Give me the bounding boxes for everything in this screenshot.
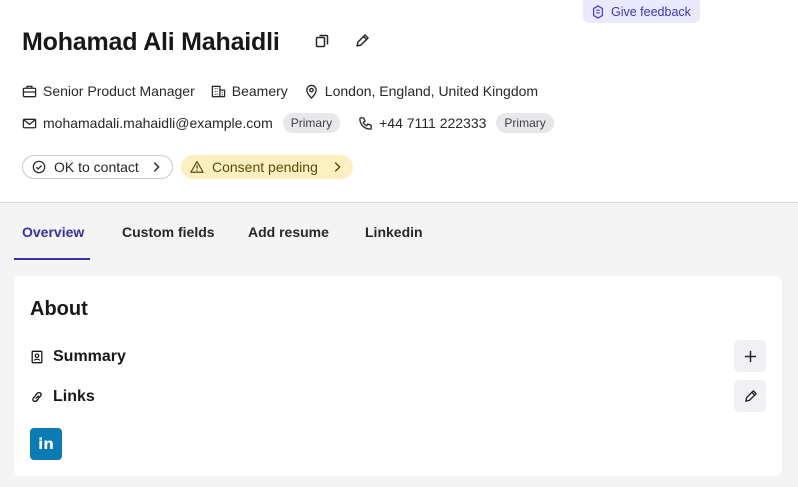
candidate-name: Mohamad Ali Mahaidli: [22, 28, 280, 56]
links-label: Links: [53, 388, 95, 405]
feedback-icon: [592, 4, 604, 19]
company-text: Beamery: [231, 83, 288, 99]
consent-pending-status[interactable]: Consent pending: [181, 155, 353, 179]
company: Beamery: [211, 83, 288, 99]
pencil-icon: [356, 34, 369, 47]
email: mohamadali.mahaidli@example.com Primary: [22, 113, 341, 133]
edit-name-button[interactable]: [351, 30, 373, 52]
phone: +44 7111 222333 Primary: [358, 113, 554, 133]
briefcase-icon: [22, 85, 37, 97]
ok-to-contact-status[interactable]: OK to contact: [22, 155, 173, 179]
about-card: About Summary Links in: [14, 276, 782, 476]
mail-icon: [22, 118, 37, 128]
profile-card-icon: [31, 350, 43, 364]
tab-overview[interactable]: Overview: [22, 204, 84, 260]
summary-section: Summary: [30, 348, 126, 366]
give-feedback-button[interactable]: Give feedback: [583, 0, 700, 23]
check-circle-icon: [32, 160, 46, 174]
email-primary-badge: Primary: [282, 113, 341, 133]
job-info-row: Senior Product Manager Beamery London, E…: [22, 83, 554, 99]
copy-button[interactable]: [311, 30, 333, 52]
links-section: Links: [30, 388, 95, 406]
job-title-text: Senior Product Manager: [43, 83, 195, 99]
about-title: About: [30, 298, 88, 320]
summary-label: Summary: [53, 348, 126, 365]
tab-add-resume[interactable]: Add resume: [248, 204, 329, 260]
link-icon: [32, 391, 42, 403]
linkedin-icon: in: [38, 435, 54, 453]
copy-icon: [315, 34, 329, 48]
phone-primary-badge: Primary: [496, 113, 554, 133]
linkedin-link-button[interactable]: in: [30, 428, 62, 460]
location-text: London, England, United Kingdom: [324, 83, 539, 99]
phone-icon: [359, 116, 372, 130]
warning-icon: [190, 160, 204, 173]
tab-linkedin[interactable]: Linkedin: [365, 204, 423, 260]
email-text[interactable]: mohamadali.mahaidli@example.com: [43, 115, 273, 131]
map-pin-icon: [305, 84, 317, 99]
profile-tabs: Overview Custom fields Add resume Linked…: [0, 204, 798, 260]
edit-links-button[interactable]: [734, 380, 766, 412]
chevron-right-icon: [153, 162, 160, 172]
building-icon: [211, 85, 225, 97]
plus-icon: [744, 350, 756, 362]
profile-header: Give feedback Mohamad Ali Mahaidli Senio…: [0, 0, 798, 203]
chevron-right-icon: [334, 162, 341, 172]
consent-pending-label: Consent pending: [212, 159, 318, 175]
tab-custom-fields[interactable]: Custom fields: [122, 204, 215, 260]
active-tab-indicator: [14, 258, 90, 260]
ok-to-contact-label: OK to contact: [54, 159, 139, 175]
pencil-icon: [744, 389, 757, 402]
add-summary-button[interactable]: [734, 340, 766, 372]
contact-info-row: mohamadali.mahaidli@example.com Primary …: [22, 113, 570, 133]
job-title: Senior Product Manager: [22, 83, 195, 99]
give-feedback-label: Give feedback: [611, 4, 691, 19]
phone-text[interactable]: +44 7111 222333: [379, 115, 486, 131]
location: London, England, United Kingdom: [304, 83, 538, 99]
